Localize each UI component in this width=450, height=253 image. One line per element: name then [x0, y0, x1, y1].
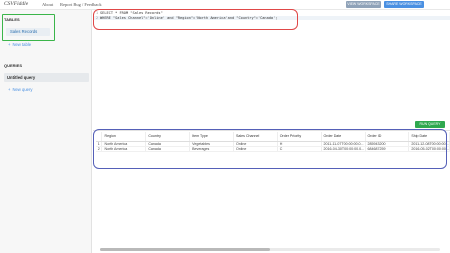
new-table-link[interactable]: + New table	[8, 42, 31, 47]
queries-section-title: QUERIES	[4, 63, 23, 68]
nav-about-link[interactable]: About	[42, 2, 53, 7]
share-workspace-button[interactable]: SHARE WORKSPACE	[384, 1, 424, 8]
run-query-button[interactable]: RUN QUERY	[415, 121, 445, 128]
plus-icon: +	[8, 42, 11, 47]
view-workspace-button[interactable]: VIEW WORKSPACE	[346, 1, 381, 8]
new-query-link[interactable]: + New query	[8, 87, 32, 92]
tables-highlight-box	[2, 14, 55, 41]
new-query-label: New query	[12, 87, 33, 92]
app-brand[interactable]: CSVFiddle	[4, 1, 28, 7]
results-highlight-box	[93, 129, 447, 169]
query-item-untitled[interactable]: Untitled query	[4, 73, 89, 82]
query-highlight-box	[93, 9, 298, 30]
plus-icon: +	[8, 87, 11, 92]
horizontal-scrollbar-thumb[interactable]	[100, 248, 270, 251]
new-table-label: New table	[12, 42, 32, 47]
nav-feedback-link[interactable]: Report Bug / Feedback	[60, 2, 102, 7]
